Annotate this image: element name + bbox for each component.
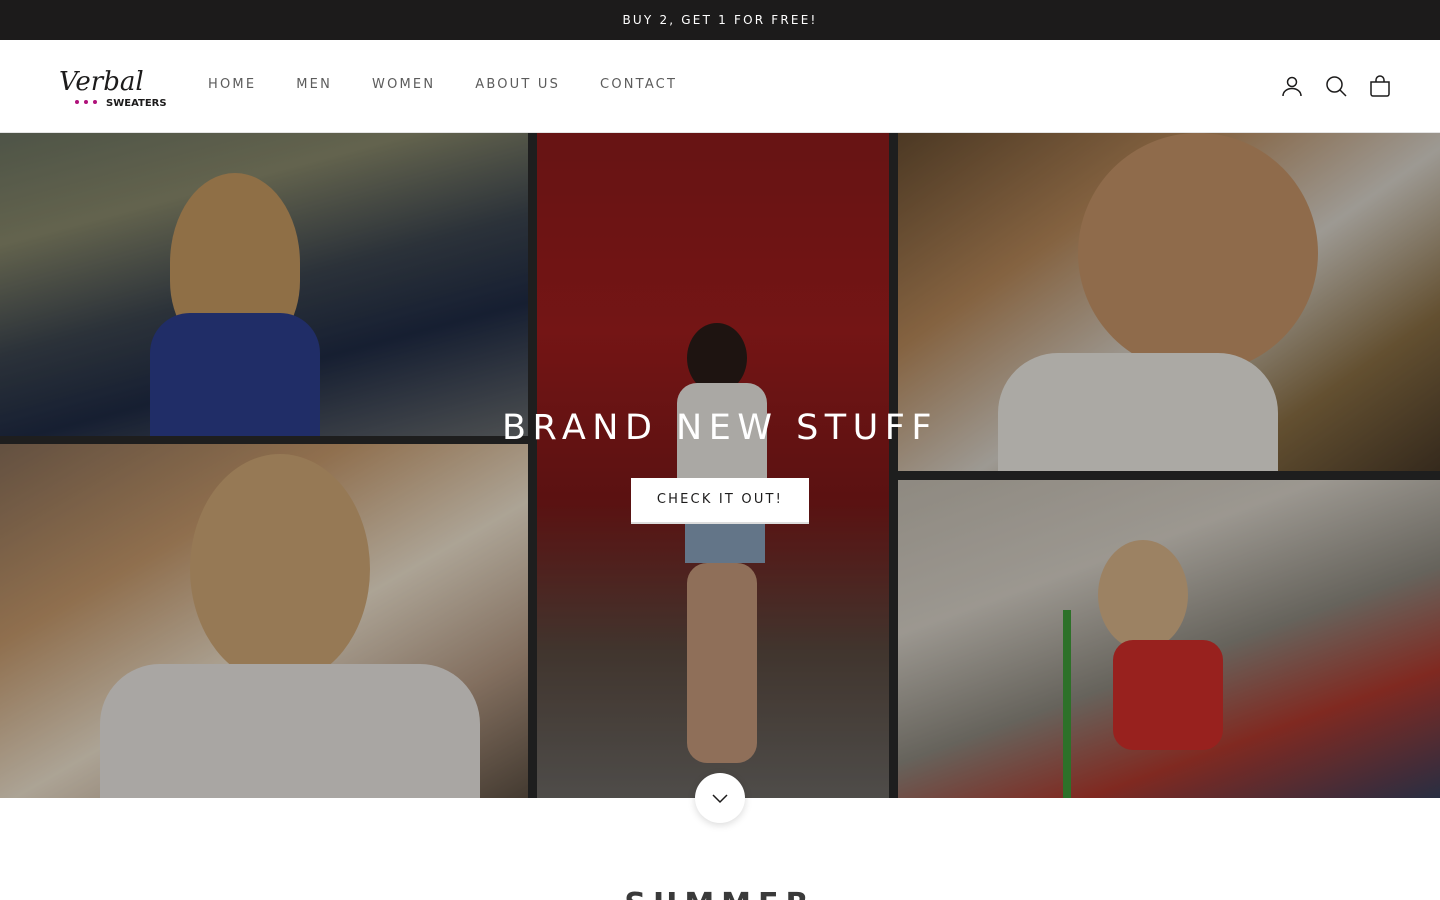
scroll-down-button[interactable] — [695, 773, 745, 823]
nav-men[interactable]: MEN — [296, 74, 332, 96]
check-it-out-button[interactable]: CHECK IT OUT! — [631, 478, 809, 522]
chevron-down-icon — [712, 789, 728, 808]
search-icon[interactable] — [1324, 74, 1348, 98]
logo-subtitle: SWEATERS — [106, 98, 166, 108]
nav-women[interactable]: WOMEN — [372, 74, 435, 96]
cart-icon[interactable] — [1368, 74, 1392, 98]
brand-logo[interactable]: Verbal SWEATERS — [58, 66, 166, 108]
section-title: SUMMER — [0, 885, 1440, 900]
account-icon[interactable] — [1280, 74, 1304, 98]
hero-title: BRAND NEW STUFF — [501, 408, 939, 448]
site-header: Verbal SWEATERS HOME MEN WOMEN ABOUT US … — [0, 40, 1440, 133]
hero-banner: BRAND NEW STUFF CHECK IT OUT! — [0, 133, 1440, 798]
nav-contact[interactable]: CONTACT — [600, 74, 677, 96]
announcement-text: BUY 2, GET 1 FOR FREE! — [622, 13, 818, 27]
logo-wordmark: Verbal — [59, 67, 144, 97]
logo-dot — [93, 100, 97, 104]
nav-home[interactable]: HOME — [208, 74, 256, 96]
logo-dot — [84, 100, 88, 104]
announcement-bar: BUY 2, GET 1 FOR FREE! — [0, 0, 1440, 40]
main-nav: HOME MEN WOMEN ABOUT US CONTACT — [208, 74, 717, 96]
header-actions — [1260, 74, 1392, 98]
logo-dot — [75, 100, 79, 104]
hero-content: BRAND NEW STUFF CHECK IT OUT! — [0, 403, 1440, 522]
nav-about-us[interactable]: ABOUT US — [475, 74, 560, 96]
